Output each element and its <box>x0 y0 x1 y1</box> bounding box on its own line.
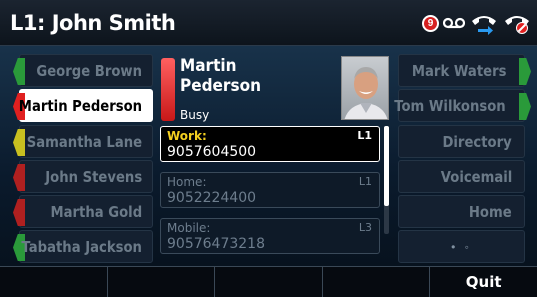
quit-softkey[interactable]: Quit <box>430 267 537 297</box>
key-label: Martin Pederson <box>18 97 142 115</box>
directory-key[interactable]: Directory <box>398 125 525 158</box>
contact-card: Martin Pederson Busy <box>158 52 393 122</box>
voicemail-icon <box>443 17 465 29</box>
key-label: Samantha Lane <box>26 133 142 151</box>
contact-photo <box>341 56 389 120</box>
scrollbar[interactable] <box>384 126 389 234</box>
presence-status-bar <box>161 58 175 121</box>
softkey-4[interactable] <box>323 267 431 297</box>
blf-key-mark-waters[interactable]: Mark Waters <box>398 54 531 87</box>
phone-number: 9052224400 <box>167 190 257 206</box>
softkey-2[interactable] <box>108 267 216 297</box>
blf-key-john-stevens[interactable]: John Stevens <box>13 160 153 193</box>
blf-key-martha-gold[interactable]: Martha Gold <box>13 195 153 228</box>
phone-number: 9057604500 <box>167 144 257 160</box>
number-type: Work: <box>167 129 207 143</box>
key-label: George Brown <box>36 62 142 80</box>
contact-name: Martin Pederson <box>180 56 261 96</box>
line-title: L1: John Smith <box>10 11 176 35</box>
page-dots: • ◦ <box>451 240 472 254</box>
key-label: Tom Wilkonson <box>394 97 506 115</box>
do-not-disturb-icon <box>505 16 529 34</box>
voicemail-key[interactable]: Voicemail <box>398 160 525 193</box>
line-label: L1 <box>358 175 372 188</box>
status-icons: 9 <box>422 10 531 36</box>
number-type: Mobile: <box>167 221 211 235</box>
number-row-home[interactable]: Home: L1 9052224400 <box>160 172 380 208</box>
phone-screen: L1: John Smith 9 George Brown Martin Ped… <box>0 0 537 297</box>
key-label: Directory <box>442 133 512 151</box>
page-indicator-key[interactable]: • ◦ <box>398 230 525 263</box>
blf-key-tabatha-jackson[interactable]: Tabatha Jackson <box>13 230 153 263</box>
softkey-bar: Quit <box>0 266 537 297</box>
key-label: Martha Gold <box>50 203 142 221</box>
key-label: Tabatha Jackson <box>21 238 142 256</box>
number-type: Home: <box>167 175 207 189</box>
blf-key-george-brown[interactable]: George Brown <box>13 54 153 87</box>
line-label: L3 <box>358 221 372 234</box>
contact-status: Busy <box>180 108 210 122</box>
key-label: John Stevens <box>45 168 142 186</box>
phone-number: 90576473218 <box>167 236 265 252</box>
key-label: Home <box>469 203 512 221</box>
softkey-1[interactable] <box>0 267 108 297</box>
call-forward-icon <box>472 16 496 35</box>
voicemail-count-badge: 9 <box>422 14 439 32</box>
blf-key-martin-pederson[interactable]: Martin Pederson <box>13 89 153 122</box>
blf-key-tom-wilkonson[interactable]: Tom Wilkonson <box>394 89 531 122</box>
scroll-thumb[interactable] <box>384 126 389 206</box>
key-label: Mark Waters <box>411 62 506 80</box>
header-bar: L1: John Smith 9 <box>0 0 537 46</box>
number-row-mobile[interactable]: Mobile: L3 90576473218 <box>160 218 380 254</box>
blf-key-samantha-lane[interactable]: Samantha Lane <box>13 125 153 158</box>
key-label: Voicemail <box>440 168 512 186</box>
softkey-3[interactable] <box>215 267 323 297</box>
number-row-work[interactable]: Work: L1 9057604500 <box>160 126 380 162</box>
line-label: L1 <box>357 129 372 142</box>
home-key[interactable]: Home <box>398 195 525 228</box>
